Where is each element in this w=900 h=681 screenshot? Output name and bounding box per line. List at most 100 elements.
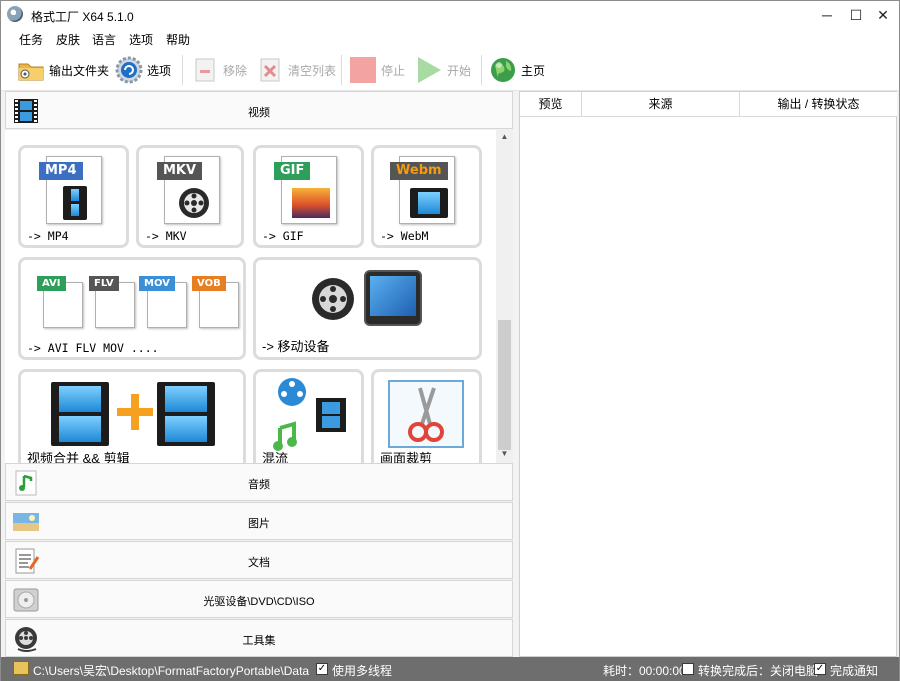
home-button[interactable]: 主页 [489, 55, 545, 85]
format-badge-vob: VOB [192, 276, 226, 291]
remove-doc-icon [191, 56, 219, 84]
status-bar: C:\Users\吴宏\Desktop\FormatFactoryPortabl… [1, 657, 899, 681]
start-button[interactable]: 开始 [415, 55, 471, 85]
start-label: 开始 [447, 63, 472, 78]
category-disc[interactable]: 光驱设备\DVD\CD\ISO [5, 580, 513, 618]
format-card-label: -> AVI FLV MOV .... [27, 341, 159, 355]
format-card-mp4[interactable]: MP4 -> MP4 [18, 145, 129, 248]
menu-task[interactable]: 任务 [19, 31, 43, 48]
video-format-grid: MP4 -> MP4 MKV -> MKV GIF -> GIF Webm ->… [5, 130, 496, 463]
format-badge-webm: Webm [390, 162, 448, 180]
task-list[interactable]: 预览 来源 输出 / 转换状态 [519, 91, 897, 657]
title-bar: 格式工厂 X64 5.1.0 ─ ☐ ✕ [1, 1, 899, 29]
notify-label: 完成通知 [830, 664, 879, 678]
film-icon [63, 186, 87, 220]
clear-list-button[interactable]: 清空列表 [256, 55, 336, 85]
window-title: 格式工厂 X64 5.1.0 [31, 10, 134, 24]
column-output-status[interactable]: 输出 / 转换状态 [740, 92, 897, 117]
sunset-picture-icon [292, 188, 330, 218]
clear-list-icon [256, 56, 284, 84]
clear-list-label: 清空列表 [288, 63, 337, 78]
menu-language[interactable]: 语言 [92, 31, 116, 48]
category-audio[interactable]: 音频 [5, 463, 513, 501]
format-card-label: 画面裁剪 [380, 451, 433, 463]
options-button[interactable]: 选项 [115, 55, 171, 85]
app-logo-icon [7, 6, 23, 22]
toolbar: 输出文件夹 选项 移除 清空列表 停止 开始 主页 [1, 49, 899, 91]
plus-icon [131, 394, 139, 430]
stop-button[interactable]: 停止 [349, 55, 405, 85]
tool-card-crop[interactable]: 画面裁剪 [371, 369, 482, 463]
shutdown-after-label: 转换完成后：关闭电脑 [698, 664, 819, 678]
home-label: 主页 [521, 63, 546, 78]
format-card-webm[interactable]: Webm -> WebM [371, 145, 482, 248]
folder-icon[interactable] [13, 661, 29, 675]
category-video[interactable]: 视频 [5, 91, 513, 129]
music-film-icon [273, 378, 346, 451]
toolbar-separator [481, 55, 482, 85]
format-card-label: -> 移动设备 [262, 339, 330, 354]
folder-icon [17, 56, 45, 84]
category-tools-label: 工具集 [242, 635, 276, 647]
output-folder-label: 输出文件夹 [49, 63, 110, 78]
format-card-mkv[interactable]: MKV -> MKV [136, 145, 244, 248]
tool-card-join-clip[interactable]: 视频合并 && 剪辑 [18, 369, 246, 463]
category-panel: 视频 MP4 -> MP4 MKV -> MKV GIF -> GIF Webm… [5, 91, 513, 657]
play-icon [415, 56, 443, 84]
category-tools[interactable]: 工具集 [5, 619, 513, 657]
category-document[interactable]: 文档 [5, 541, 513, 579]
column-source[interactable]: 来源 [582, 92, 740, 117]
shutdown-after-checkbox[interactable] [682, 663, 694, 675]
options-label: 选项 [147, 63, 172, 78]
format-badge-mov: MOV [139, 276, 175, 291]
format-card-label: -> MP4 [27, 229, 69, 243]
format-card-mobile[interactable]: -> 移动设备 [253, 257, 482, 360]
category-video-label: 视频 [248, 107, 270, 119]
maximize-button[interactable]: ☐ [842, 5, 870, 25]
column-preview[interactable]: 预览 [520, 92, 582, 117]
notify-checkbox[interactable]: ✓ [814, 663, 826, 675]
menu-options[interactable]: 选项 [129, 31, 153, 48]
category-image-label: 图片 [248, 518, 270, 530]
elapsed-time: 耗时：00:00:00 [603, 664, 686, 678]
stop-icon [349, 56, 377, 84]
scroll-up-icon[interactable]: ▲ [496, 132, 513, 144]
multithread-checkbox[interactable]: ✓ [316, 663, 328, 675]
remove-button[interactable]: 移除 [191, 55, 247, 85]
gear-icon [115, 56, 143, 84]
format-badge-gif: GIF [274, 162, 311, 180]
format-badge-mp4: MP4 [39, 162, 83, 180]
app-window: 格式工厂 X64 5.1.0 ─ ☐ ✕ 任务 皮肤 语言 选项 帮助 输出文件… [0, 0, 900, 681]
scroll-down-icon[interactable]: ▼ [496, 449, 513, 461]
menu-bar: 任务 皮肤 语言 选项 帮助 [1, 29, 899, 49]
format-card-label: -> GIF [262, 229, 304, 243]
category-audio-label: 音频 [248, 479, 270, 491]
film-icon [51, 382, 109, 446]
scrollbar-thumb[interactable] [498, 320, 511, 450]
output-path[interactable]: C:\Users\吴宏\Desktop\FormatFactoryPortabl… [33, 662, 309, 679]
scissors-icon [408, 387, 444, 442]
film-scissors-icon [157, 382, 215, 446]
tool-card-mux[interactable]: 混流 [253, 369, 364, 463]
menu-help[interactable]: 帮助 [166, 31, 190, 48]
format-card-gif[interactable]: GIF -> GIF [253, 145, 364, 248]
video-grid-scrollbar[interactable]: ▲ ▼ [496, 130, 513, 463]
format-badge-mkv: MKV [157, 162, 203, 180]
close-button[interactable]: ✕ [869, 5, 897, 25]
format-card-avi-flv-mov[interactable]: AVI FLV MOV VOB -> AVI FLV MOV .... [18, 257, 246, 360]
format-badge-flv: FLV [89, 276, 119, 291]
category-document-label: 文档 [248, 557, 270, 569]
stop-label: 停止 [381, 63, 406, 78]
format-card-label: 混流 [262, 451, 289, 463]
format-card-label: 视频合并 && 剪辑 [27, 451, 130, 463]
film-play-icon [410, 188, 448, 218]
output-folder-button[interactable]: 输出文件夹 [17, 55, 109, 85]
category-image[interactable]: 图片 [5, 502, 513, 540]
menu-skin[interactable]: 皮肤 [56, 31, 80, 48]
phone-tablet-icon [364, 270, 422, 326]
globe-icon [489, 56, 517, 84]
toolbar-separator [182, 55, 183, 85]
film-reel-icon [179, 188, 209, 218]
format-card-label: -> MKV [145, 229, 187, 243]
minimize-button[interactable]: ─ [813, 5, 841, 25]
